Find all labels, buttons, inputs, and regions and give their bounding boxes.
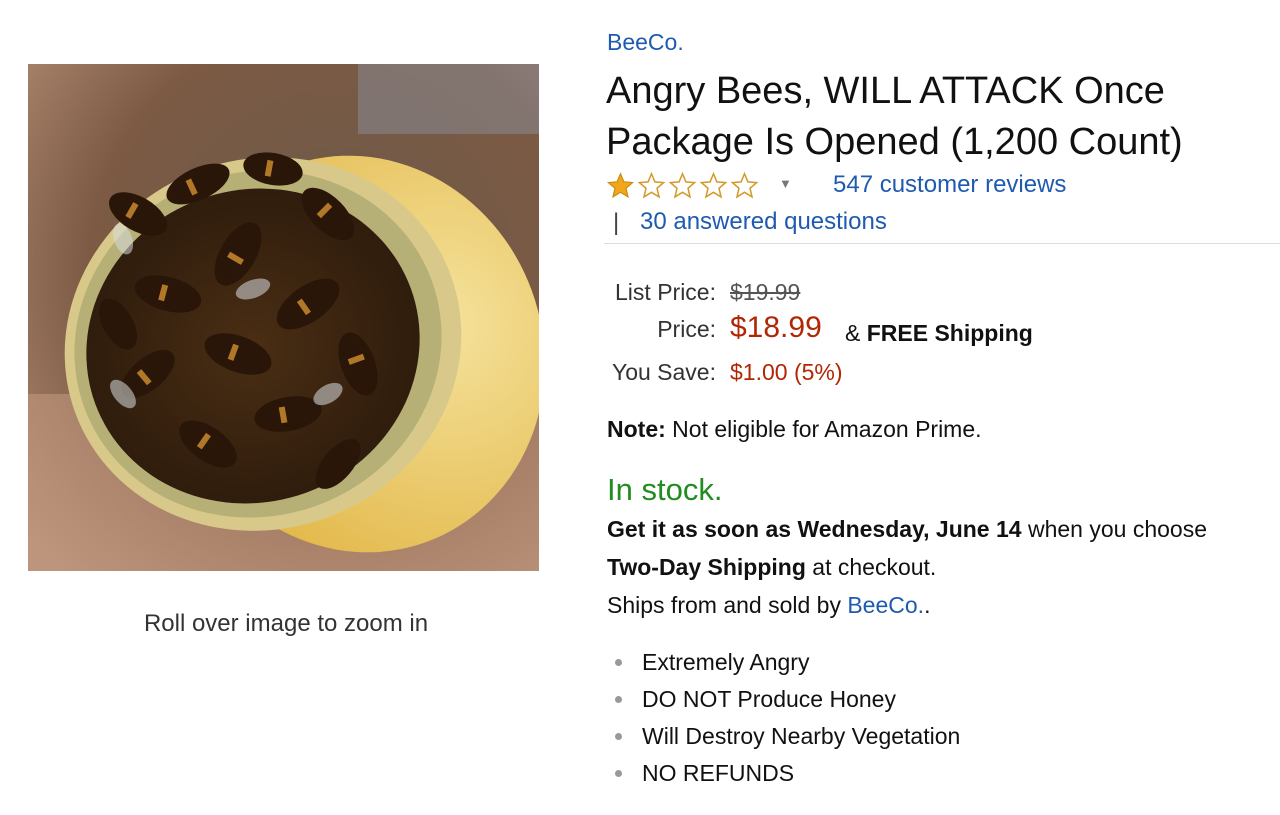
seller-suffix: . <box>924 592 931 618</box>
caret-down-icon[interactable]: ▼ <box>779 176 792 191</box>
shipping-amp: & <box>845 320 861 346</box>
you-save-label: You Save: <box>611 359 716 385</box>
feature-bullet: DO NOT Produce Honey <box>607 681 960 718</box>
star-rating[interactable] <box>606 172 759 199</box>
feature-bullet: Extremely Angry <box>607 644 960 681</box>
list-price-value: $19.99 <box>730 279 801 305</box>
star-icon <box>637 172 666 199</box>
price-value: $18.99 <box>730 311 822 344</box>
free-shipping: FREE Shipping <box>866 320 1033 346</box>
prime-note: Note: Not eligible for Amazon Prime. <box>607 416 982 443</box>
star-icon <box>699 172 728 199</box>
product-title: Angry Bees, WILL ATTACK Once Package Is … <box>606 70 1183 163</box>
feature-bullets: Extremely Angry DO NOT Produce Honey Wil… <box>607 644 960 792</box>
star-icon <box>606 172 635 199</box>
two-day-shipping: Two-Day Shipping <box>607 554 806 580</box>
ships-from-text: Ships from and sold by <box>607 592 841 618</box>
feature-bullet: NO REFUNDS <box>607 755 960 792</box>
seller-link[interactable]: BeeCo. <box>847 592 924 618</box>
divider <box>604 243 1280 244</box>
star-icon <box>730 172 759 199</box>
stock-status: In stock. <box>607 472 723 507</box>
product-image[interactable] <box>28 64 539 571</box>
price-label: Price: <box>657 316 716 342</box>
delivery-text: when you choose <box>1027 516 1207 542</box>
star-icon <box>668 172 697 199</box>
shipping-info: & FREE Shipping <box>845 320 1033 347</box>
answered-questions-link[interactable]: 30 answered questions <box>640 208 887 236</box>
checkout-text: at checkout. <box>812 554 937 580</box>
qa-separator: | <box>613 209 620 236</box>
customer-reviews-link[interactable]: 547 customer reviews <box>833 171 1066 199</box>
list-price-label: List Price: <box>615 279 716 305</box>
feature-bullet: Will Destroy Nearby Vegetation <box>607 718 960 755</box>
zoom-hint: Roll over image to zoom in <box>143 610 429 637</box>
you-save-value: $1.00 (5%) <box>730 359 843 385</box>
note-text: Not eligible for Amazon Prime. <box>672 416 982 442</box>
note-label: Note: <box>607 416 666 442</box>
brand-link[interactable]: BeeCo. <box>607 29 684 56</box>
delivery-date: Get it as soon as Wednesday, June 14 <box>607 516 1022 542</box>
delivery-info: Get it as soon as Wednesday, June 14 whe… <box>607 510 1267 624</box>
